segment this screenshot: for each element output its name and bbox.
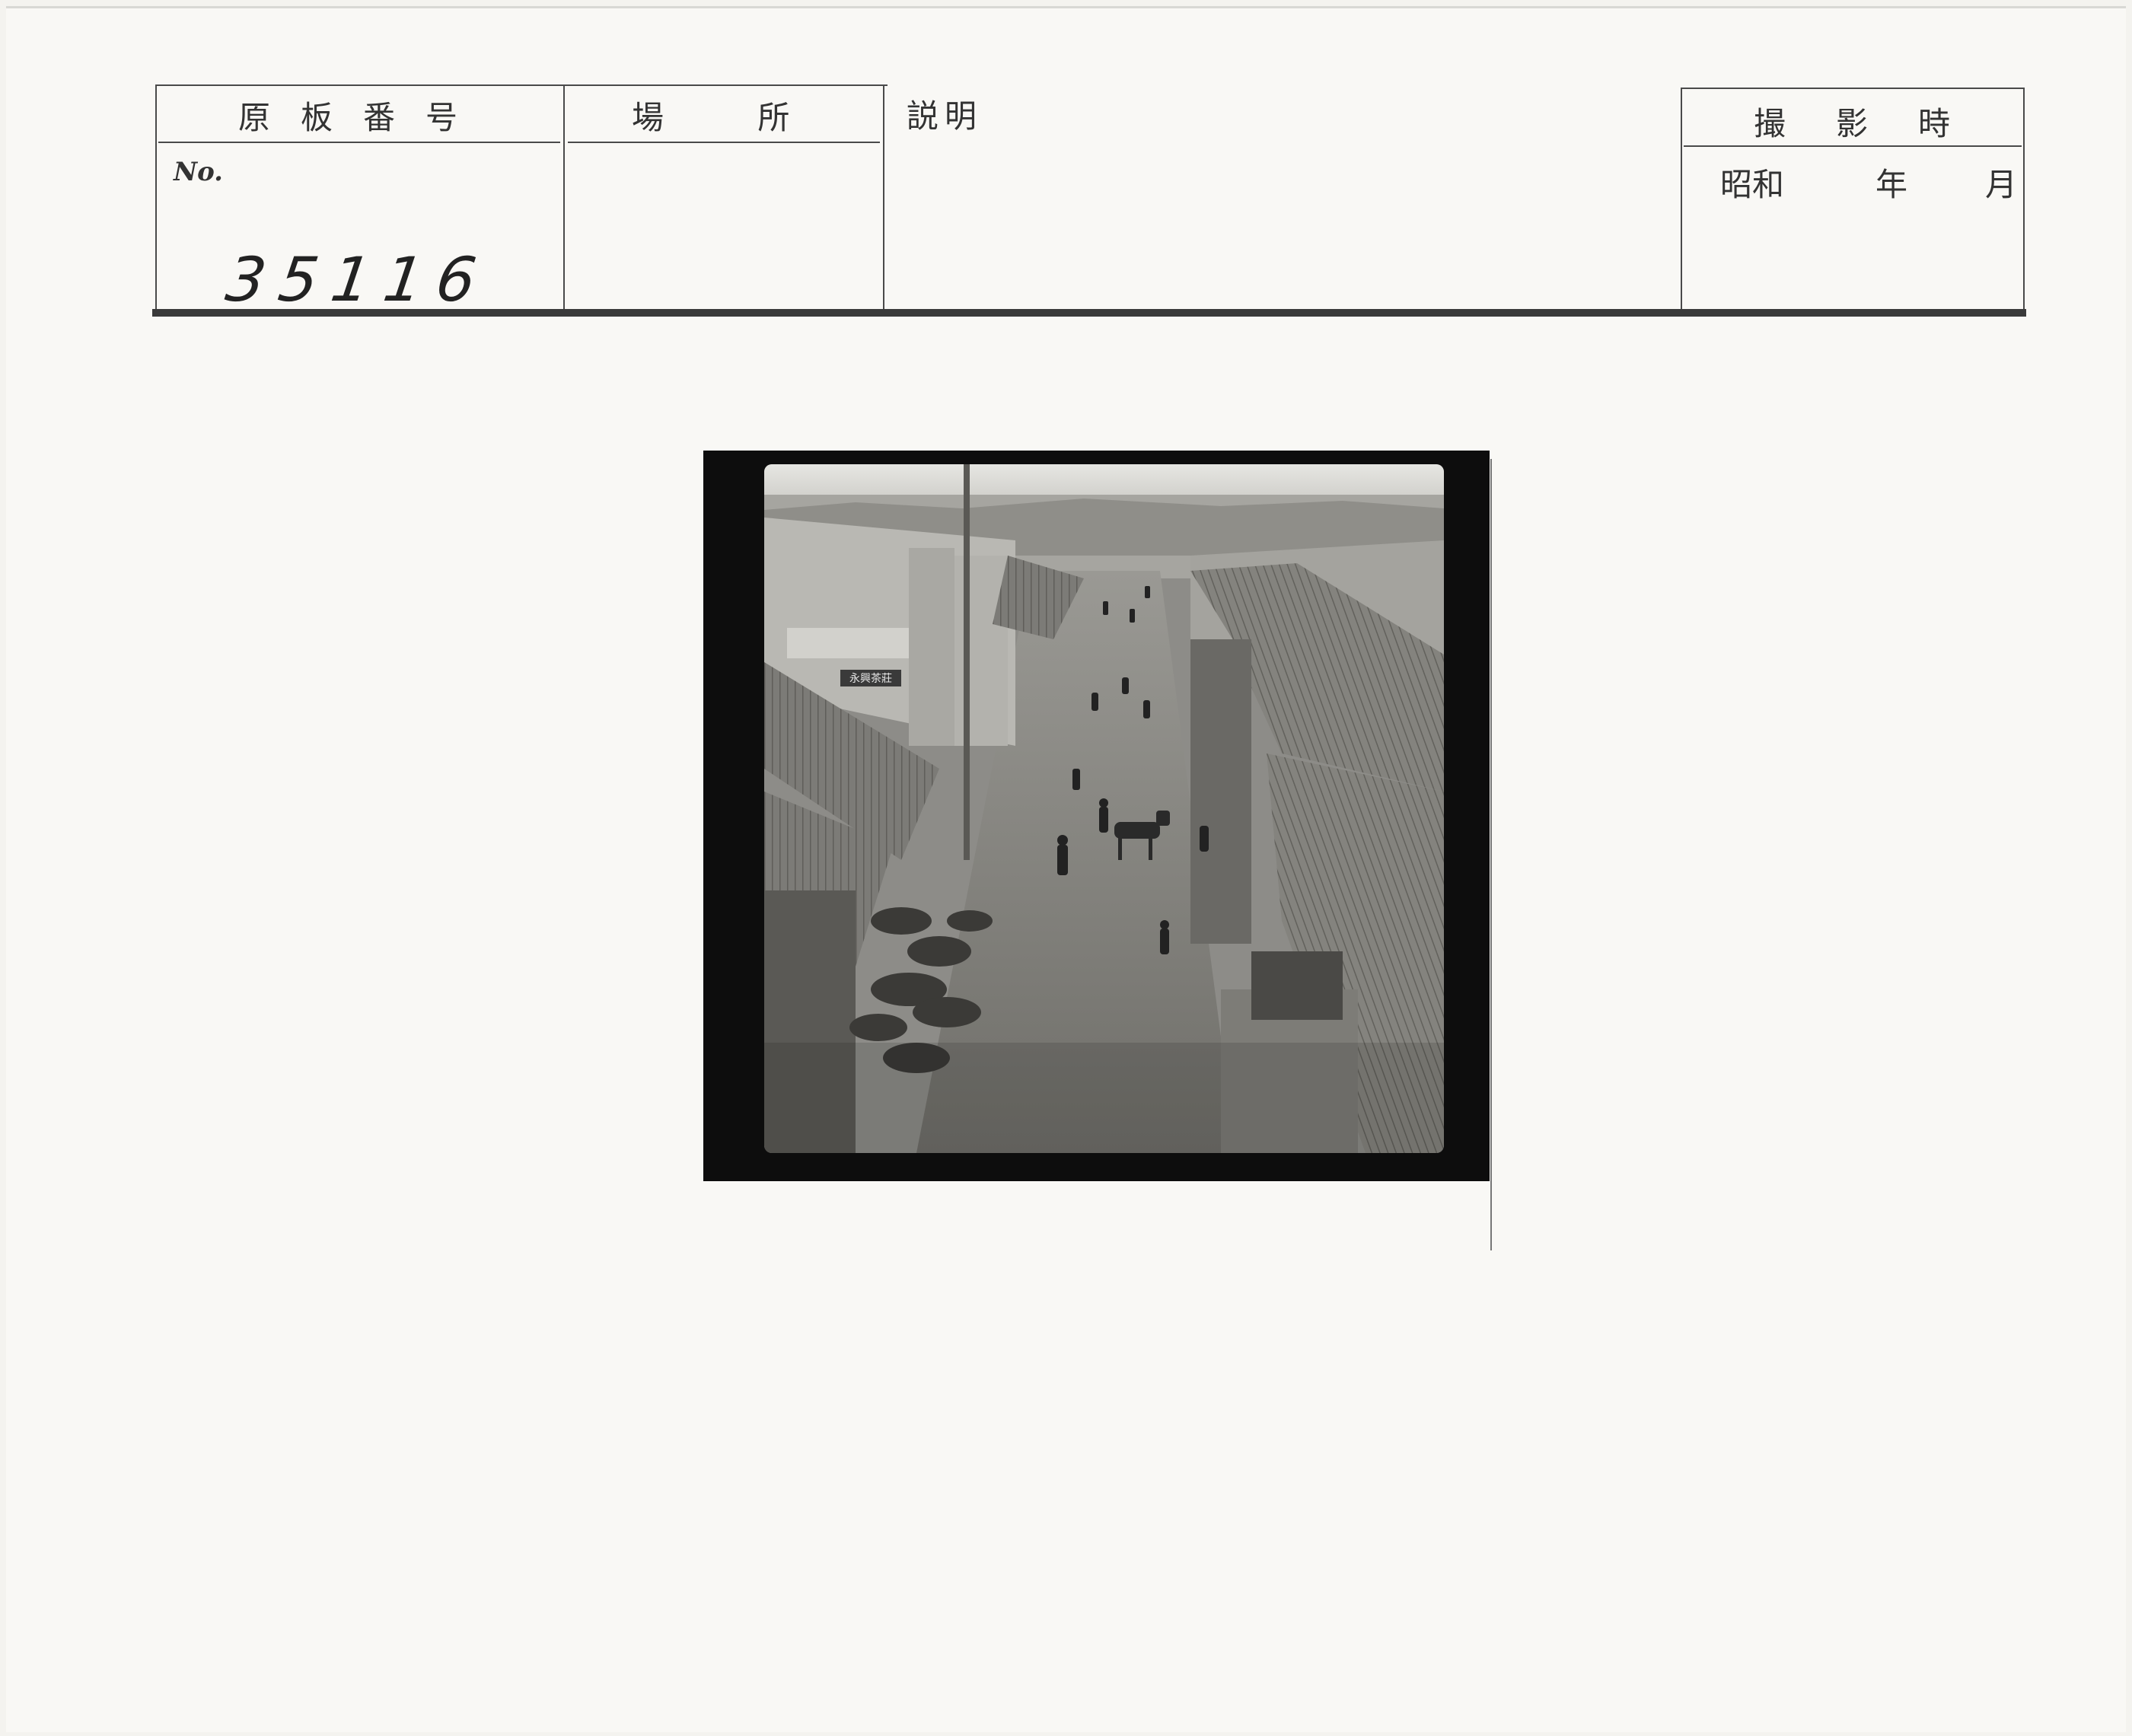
date-header-underline [1684, 145, 2022, 147]
date-box-left [1681, 88, 1682, 313]
form-divider-2 [883, 84, 884, 313]
form-divider-1 [563, 84, 565, 313]
plate-header-underline [158, 142, 560, 143]
month-label: 月 [1985, 166, 2018, 203]
photo-mount: 永興茶莊 [703, 451, 1490, 1181]
date-box-top [1681, 88, 2025, 89]
location-label: 場 所 [632, 99, 790, 136]
number-prefix-label: No. [174, 157, 223, 187]
form-left-border [155, 84, 157, 313]
form-top-border [155, 84, 888, 86]
date-box-right [2023, 88, 2025, 313]
description-label: 説明 [907, 97, 983, 135]
street-photograph: 永興茶莊 [764, 464, 1444, 1153]
date-taken-label: 撮影時 [1754, 105, 2001, 142]
year-label: 年 [1875, 166, 1908, 203]
plate-number-value: 35116 [221, 244, 495, 315]
era-label: 昭和 [1720, 166, 1785, 203]
location-header-underline [568, 142, 880, 143]
street-scene-image: 永興茶莊 [764, 464, 1444, 1153]
mount-guide-line [1490, 459, 1492, 1250]
shop-sign-text: 永興茶莊 [849, 673, 892, 685]
plate-number-label: 原板番号 [238, 99, 489, 136]
